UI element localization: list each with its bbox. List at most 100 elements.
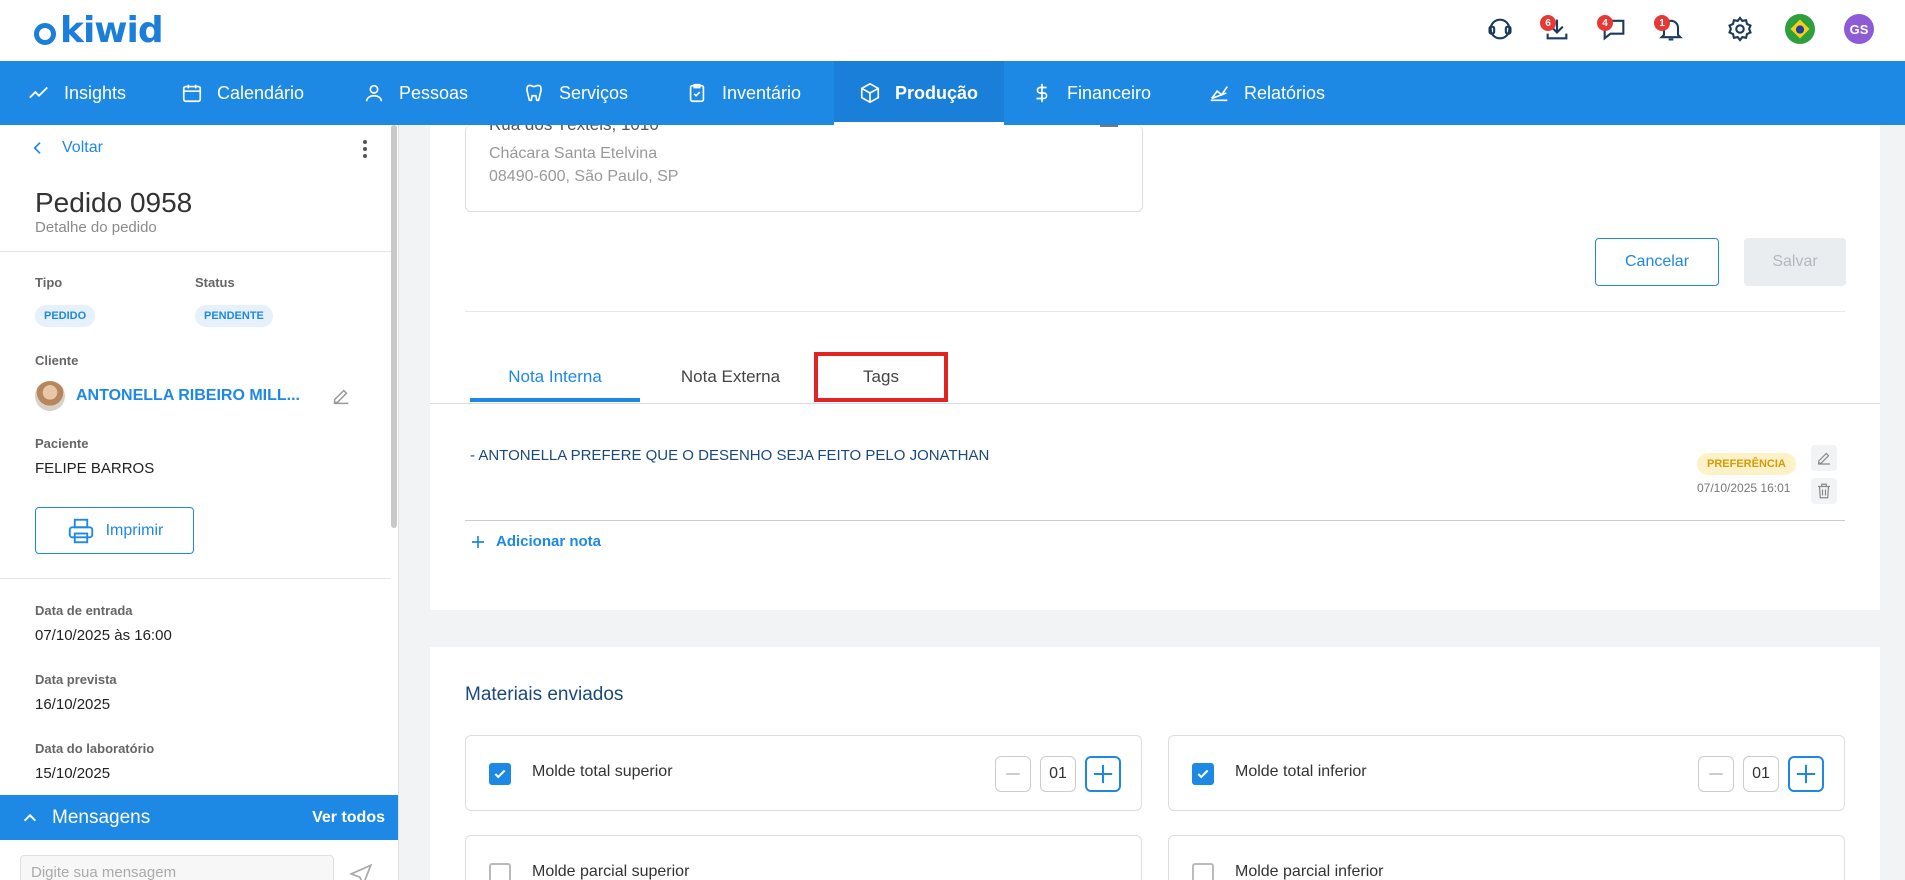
status-badge: PENDENTE: [195, 305, 273, 327]
nav-financeiro[interactable]: Financeiro: [1031, 61, 1151, 125]
bell-icon[interactable]: 1: [1654, 12, 1688, 46]
download-badge: 6: [1540, 15, 1556, 31]
note-date: 07/10/2025 16:01: [1697, 481, 1791, 495]
cancel-button[interactable]: Cancelar: [1595, 238, 1719, 286]
user-avatar[interactable]: GS: [1842, 12, 1876, 46]
entrada-value: 07/10/2025 às 16:00: [35, 627, 172, 644]
nav-pessoas[interactable]: Pessoas: [363, 61, 468, 125]
message-input[interactable]: Digite sua mensagem: [20, 855, 334, 880]
material-checkbox[interactable]: [1192, 763, 1214, 785]
support-icon[interactable]: [1483, 12, 1517, 46]
paciente-label: Paciente: [35, 436, 89, 451]
material-name: Molde total superior: [532, 763, 673, 780]
quantity-value[interactable]: 01: [1040, 756, 1076, 792]
decrement-button[interactable]: [995, 756, 1031, 792]
back-label: Voltar: [62, 139, 103, 156]
cliente-label: Cliente: [35, 353, 79, 368]
sidebar-scrollbar[interactable]: [391, 125, 397, 528]
add-note-label: Adicionar nota: [496, 533, 602, 550]
order-sidebar: Voltar Pedido 0958 Detalhe do pedido Tip…: [0, 125, 399, 880]
material-checkbox[interactable]: [489, 763, 511, 785]
back-link[interactable]: Voltar: [30, 139, 103, 157]
material-item: Molde total superior 01: [465, 735, 1142, 811]
client-avatar: [35, 381, 65, 411]
address-box: Rua dos Têxteis, 1010 Chácara Santa Etel…: [465, 125, 1143, 212]
send-icon[interactable]: [348, 862, 374, 880]
nav-label: Insights: [64, 82, 127, 103]
chat-icon[interactable]: 4: [1597, 12, 1631, 46]
nav-producao[interactable]: Produção: [834, 61, 1004, 125]
material-name: Molde parcial inferior: [1235, 863, 1384, 880]
trend-icon: [29, 86, 48, 99]
edit-note-button[interactable]: [1811, 445, 1837, 471]
material-item: Molde total inferior 01: [1168, 735, 1845, 811]
minus-icon: [1006, 773, 1020, 775]
add-note-button[interactable]: Adicionar nota: [470, 533, 601, 550]
tooth-icon: [526, 84, 542, 102]
gear-icon[interactable]: [1723, 12, 1757, 46]
address-line2: Chácara Santa Etelvina: [489, 145, 658, 162]
increment-button[interactable]: [1085, 756, 1121, 792]
edit-client-icon[interactable]: [330, 385, 352, 407]
note-divider: [465, 520, 1845, 521]
chart-icon: [1210, 86, 1228, 102]
check-icon: [1197, 769, 1209, 779]
nav-label: Serviços: [559, 82, 629, 103]
printer-icon: [68, 518, 93, 543]
check-icon: [494, 769, 506, 779]
language-flag-icon[interactable]: [1783, 12, 1817, 46]
person-icon: [365, 84, 383, 102]
tab-nota-externa[interactable]: Nota Externa: [650, 352, 811, 402]
nav-label: Inventário: [722, 82, 802, 103]
increment-button[interactable]: [1788, 756, 1824, 792]
save-button[interactable]: Salvar: [1744, 238, 1846, 286]
material-item: Molde parcial inferior: [1168, 835, 1845, 880]
material-name: Molde parcial superior: [532, 863, 690, 880]
divider: [0, 578, 391, 579]
messages-bar[interactable]: Mensagens Ver todos: [0, 795, 398, 840]
plus-icon: [1093, 764, 1113, 784]
material-name: Molde total inferior: [1235, 763, 1367, 780]
delete-note-button[interactable]: [1811, 478, 1837, 504]
nav-label: Calendário: [217, 82, 305, 103]
quantity-stepper: 01: [995, 756, 1121, 792]
nav-inventario[interactable]: Inventário: [686, 61, 801, 125]
dollar-icon: [1036, 83, 1048, 103]
nav-label: Relatórios: [1244, 82, 1326, 103]
nav-insights[interactable]: Insights: [28, 61, 126, 125]
tipo-label: Tipo: [35, 275, 63, 290]
minus-icon: [1709, 773, 1723, 775]
decrement-button[interactable]: [1698, 756, 1734, 792]
laboratorio-label: Data do laboratório: [35, 741, 155, 756]
download-icon[interactable]: 6: [1540, 12, 1574, 46]
nav-servicos[interactable]: Serviços: [523, 61, 628, 125]
more-options-icon[interactable]: [356, 137, 374, 161]
material-checkbox[interactable]: [1192, 863, 1214, 880]
trash-icon: [1818, 483, 1830, 499]
nav-relatorios[interactable]: Relatórios: [1208, 61, 1325, 125]
chevron-left-icon: [33, 142, 41, 154]
kiwid-logo[interactable]: kiwid: [34, 10, 164, 51]
messages-title: Mensagens: [52, 806, 151, 828]
client-name: ANTONELLA RIBEIRO MILL...: [76, 387, 300, 404]
materials-title: Materiais enviados: [465, 684, 624, 705]
prevista-value: 16/10/2025: [35, 696, 111, 713]
tabs-divider: [430, 403, 1880, 404]
tab-tags[interactable]: Tags: [814, 352, 948, 402]
chat-badge: 4: [1597, 15, 1613, 31]
divider: [465, 311, 1845, 312]
address-line3: 08490-600, São Paulo, SP: [489, 168, 679, 185]
client-link[interactable]: ANTONELLA RIBEIRO MILL...: [35, 381, 300, 411]
tab-nota-interna[interactable]: Nota Interna: [470, 352, 640, 402]
address-menu-icon[interactable]: [1100, 125, 1118, 127]
order-title: Pedido 0958: [35, 187, 193, 218]
material-checkbox[interactable]: [489, 863, 511, 880]
quantity-stepper: 01: [1698, 756, 1824, 792]
print-label: Imprimir: [105, 521, 164, 539]
print-button[interactable]: Imprimir: [35, 507, 194, 554]
avatar-initials: GS: [1844, 14, 1874, 44]
calendar-icon: [182, 84, 202, 103]
quantity-value[interactable]: 01: [1743, 756, 1779, 792]
see-all-link[interactable]: Ver todos: [312, 809, 385, 827]
nav-calendario[interactable]: Calendário: [181, 61, 304, 125]
